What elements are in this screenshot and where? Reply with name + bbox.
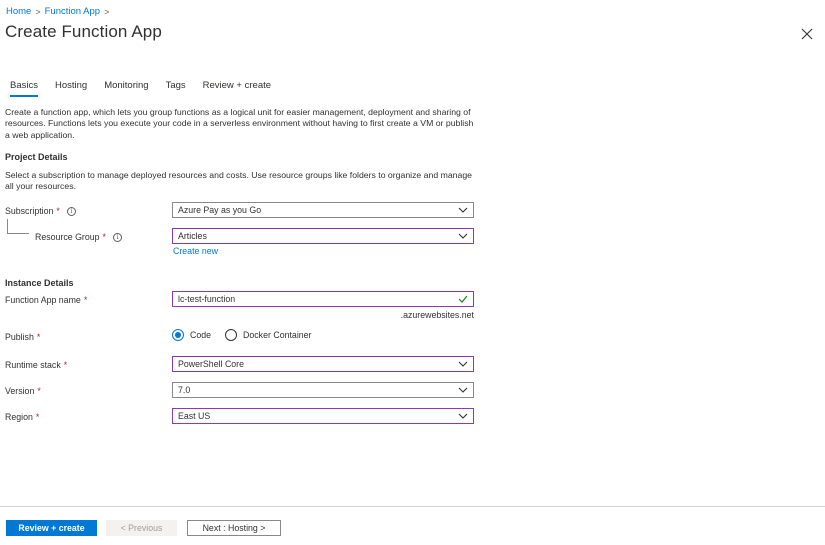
region-label: Region * (5, 412, 39, 422)
publish-code-label: Code (190, 330, 212, 340)
required-marker: * (35, 412, 40, 422)
function-app-name-value: lc-test-function (178, 294, 236, 304)
required-marker: * (37, 386, 41, 396)
breadcrumb-separator: > (104, 6, 110, 17)
breadcrumb-function-app-link[interactable]: Function App (45, 6, 100, 17)
intro-description: Create a function app, which lets you gr… (5, 107, 474, 140)
tab-monitoring[interactable]: Monitoring (104, 80, 148, 97)
version-label-text: Version (5, 386, 35, 396)
resource-group-label-text: Resource Group (35, 232, 100, 242)
required-marker: * (56, 206, 60, 216)
runtime-stack-select[interactable]: PowerShell Core (172, 356, 474, 372)
chevron-down-icon (458, 207, 468, 213)
subscription-select[interactable]: Azure Pay as you Go (172, 202, 474, 218)
instance-details-heading: Instance Details (5, 278, 74, 288)
domain-suffix: .azurewebsites.net (400, 310, 474, 320)
tab-tags[interactable]: Tags (166, 80, 186, 97)
subscription-value: Azure Pay as you Go (178, 205, 262, 215)
version-label: Version * (5, 386, 41, 396)
required-marker: * (83, 295, 88, 305)
page-title: Create Function App (5, 22, 162, 41)
chevron-down-icon (458, 361, 468, 367)
publish-label: Publish * (5, 332, 40, 342)
review-create-button[interactable]: Review + create (6, 520, 97, 536)
tab-bar: Basics Hosting Monitoring Tags Review + … (10, 80, 271, 97)
subscription-label: Subscription * i (5, 206, 76, 216)
region-value: East US (178, 411, 211, 421)
required-marker: * (36, 332, 41, 342)
breadcrumb: Home > Function App > (6, 6, 109, 17)
resource-group-select[interactable]: Articles (172, 228, 474, 244)
publish-label-text: Publish (5, 332, 34, 342)
function-app-name-label: Function App name * (5, 295, 87, 305)
footer-divider (0, 506, 825, 507)
close-icon[interactable] (801, 28, 813, 40)
tab-basics[interactable]: Basics (10, 80, 38, 97)
tab-review-create[interactable]: Review + create (203, 80, 271, 97)
runtime-stack-label-text: Runtime stack (5, 360, 61, 370)
project-details-description: Select a subscription to manage deployed… (5, 170, 472, 192)
publish-radio-group: Code Docker Container (172, 329, 319, 341)
region-label-text: Region (5, 412, 33, 422)
publish-docker-radio[interactable] (225, 329, 238, 341)
breadcrumb-separator: > (35, 6, 41, 17)
create-new-resource-group-link[interactable]: Create new (173, 246, 218, 256)
function-app-name-label-text: Function App name (5, 295, 81, 305)
resource-group-label: Resource Group * i (35, 232, 122, 242)
region-select[interactable]: East US (172, 408, 474, 424)
resource-group-value: Articles (178, 231, 207, 241)
publish-docker-label: Docker Container (243, 330, 312, 340)
next-hosting-button[interactable]: Next : Hosting > (187, 520, 281, 536)
function-app-name-input[interactable]: lc-test-function (172, 291, 474, 307)
info-icon[interactable]: i (66, 206, 76, 216)
publish-code-radio[interactable] (172, 329, 184, 341)
tree-connector (7, 219, 29, 234)
info-icon[interactable]: i (112, 232, 122, 242)
checkmark-icon (458, 295, 468, 303)
project-details-heading: Project Details (5, 152, 68, 162)
tab-hosting[interactable]: Hosting (55, 80, 87, 97)
chevron-down-icon (458, 413, 468, 419)
runtime-stack-label: Runtime stack * (5, 360, 67, 370)
version-value: 7.0 (178, 385, 191, 395)
subscription-label-text: Subscription (5, 206, 54, 216)
version-select[interactable]: 7.0 (172, 382, 474, 398)
breadcrumb-home-link[interactable]: Home (6, 6, 31, 17)
runtime-stack-value: PowerShell Core (178, 359, 245, 369)
required-marker: * (102, 232, 106, 242)
chevron-down-icon (458, 233, 468, 239)
radio-selected-dot (175, 332, 181, 338)
required-marker: * (63, 360, 68, 370)
chevron-down-icon (458, 387, 468, 393)
previous-button[interactable]: < Previous (106, 520, 177, 536)
